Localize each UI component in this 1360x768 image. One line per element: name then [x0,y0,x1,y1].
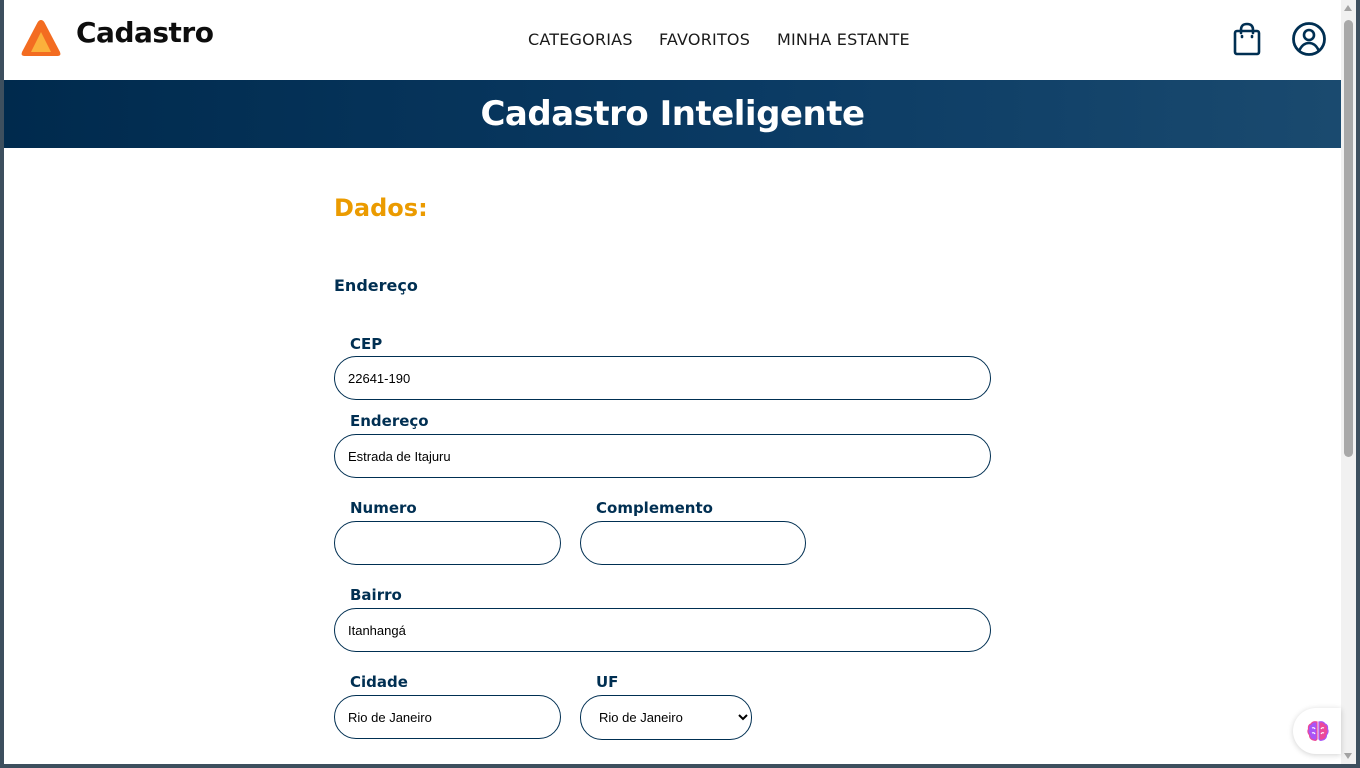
endereco-input[interactable] [334,434,991,478]
main-nav: CATEGORIAS FAVORITOS MINHA ESTANTE [4,30,1341,50]
nav-link-categorias[interactable]: CATEGORIAS [528,30,633,49]
endereco-label: Endereço [350,412,429,430]
scroll-down-arrow-icon[interactable] [1344,753,1352,759]
brain-icon [1307,721,1329,741]
user-circle-icon[interactable] [1291,21,1327,57]
nav-link-minha-estante[interactable]: MINHA ESTANTE [777,30,910,49]
complemento-input[interactable] [580,521,806,565]
subsection-title: Endereço [334,276,418,295]
page-title: Cadastro Inteligente [480,94,865,134]
cidade-input[interactable] [334,695,561,739]
window-frame-bottom [0,764,1360,768]
bairro-input[interactable] [334,608,991,652]
section-title: Dados: [334,194,428,222]
cidade-label: Cidade [350,673,408,691]
uf-select[interactable]: Rio de Janeiro [580,695,752,740]
vertical-scrollbar[interactable] [1341,0,1356,764]
complemento-label: Complemento [596,499,713,517]
window-frame-right [1356,0,1360,768]
numero-input[interactable] [334,521,561,565]
bairro-label: Bairro [350,586,402,604]
top-navbar: Cadastro CATEGORIAS FAVORITOS MINHA ESTA… [4,0,1341,80]
uf-label: UF [596,673,619,691]
page-banner: Cadastro Inteligente [4,80,1341,148]
nav-link-favoritos[interactable]: FAVORITOS [659,30,750,49]
scroll-up-arrow-icon[interactable] [1344,5,1352,11]
cep-label: CEP [350,335,383,353]
shopping-bag-icon[interactable] [1232,22,1262,56]
assistant-widget-button[interactable] [1293,708,1341,754]
scrollbar-thumb[interactable] [1344,20,1353,457]
numero-label: Numero [350,499,417,517]
cep-input[interactable] [334,356,991,400]
